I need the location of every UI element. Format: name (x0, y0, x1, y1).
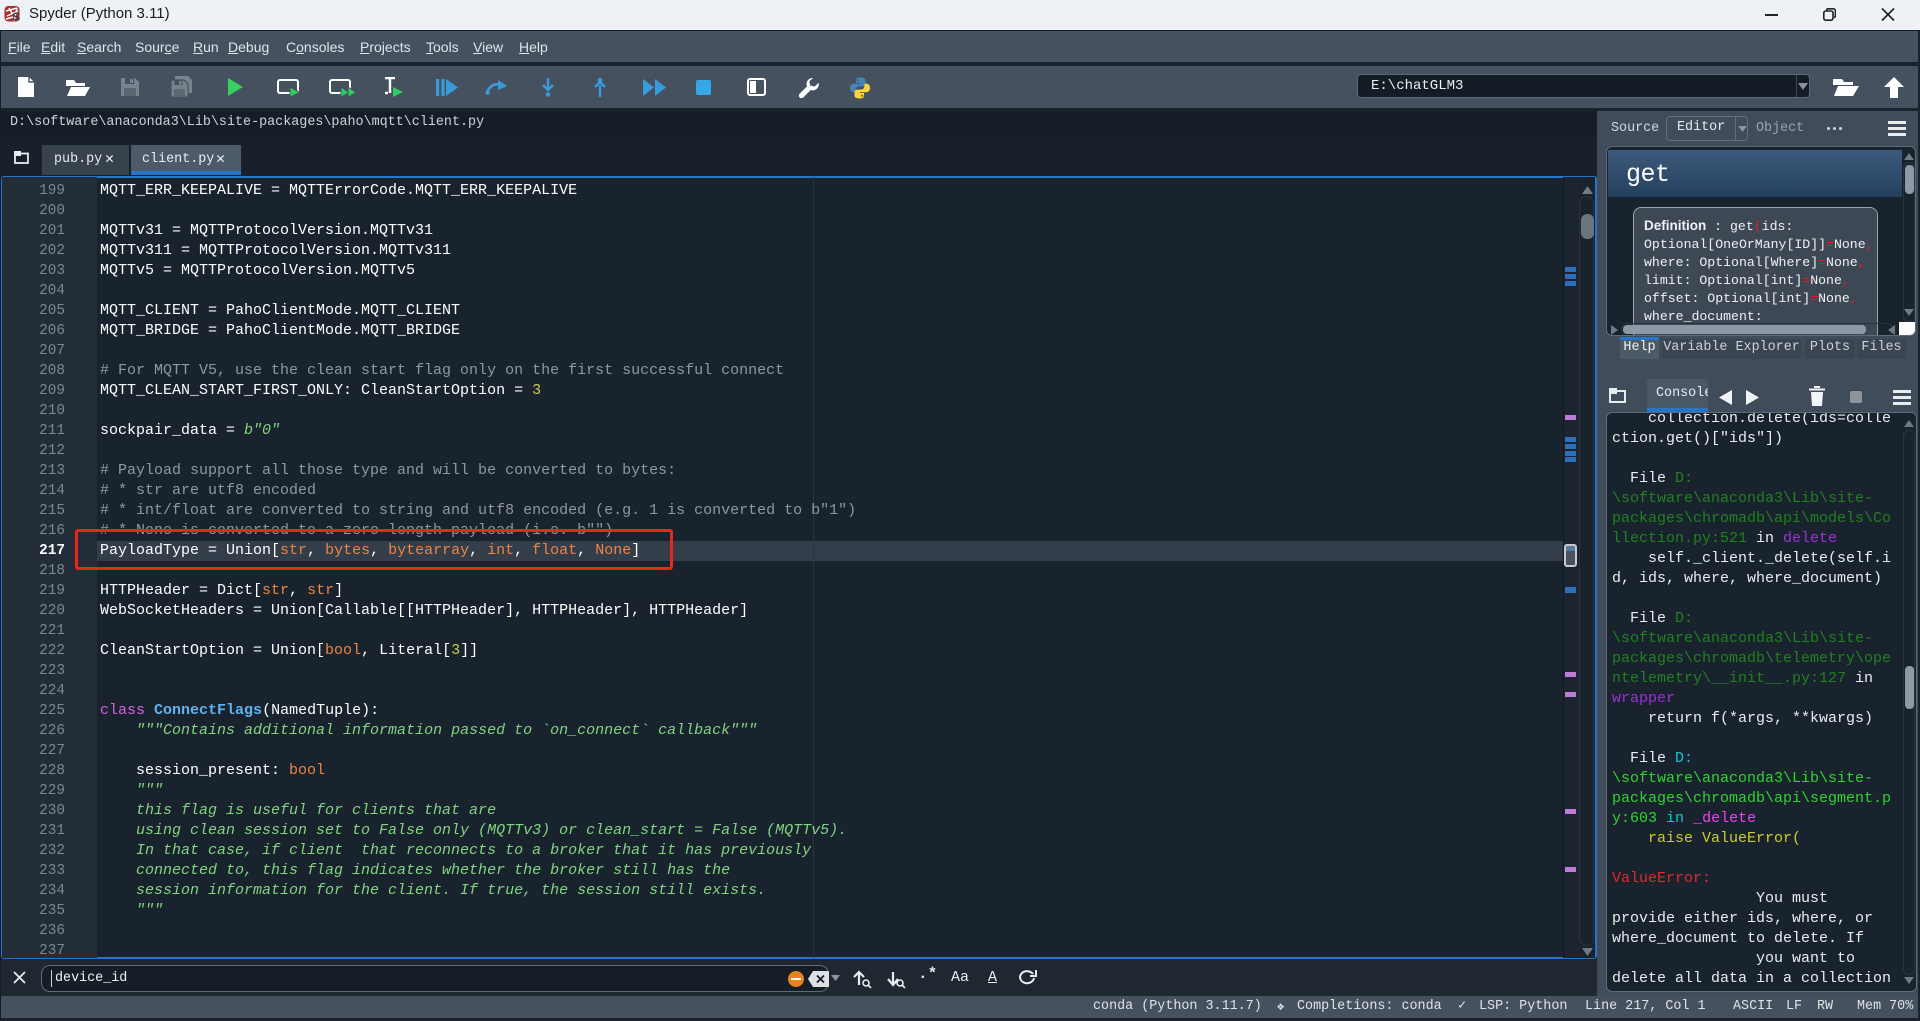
svg-text:S: S (12, 10, 20, 22)
